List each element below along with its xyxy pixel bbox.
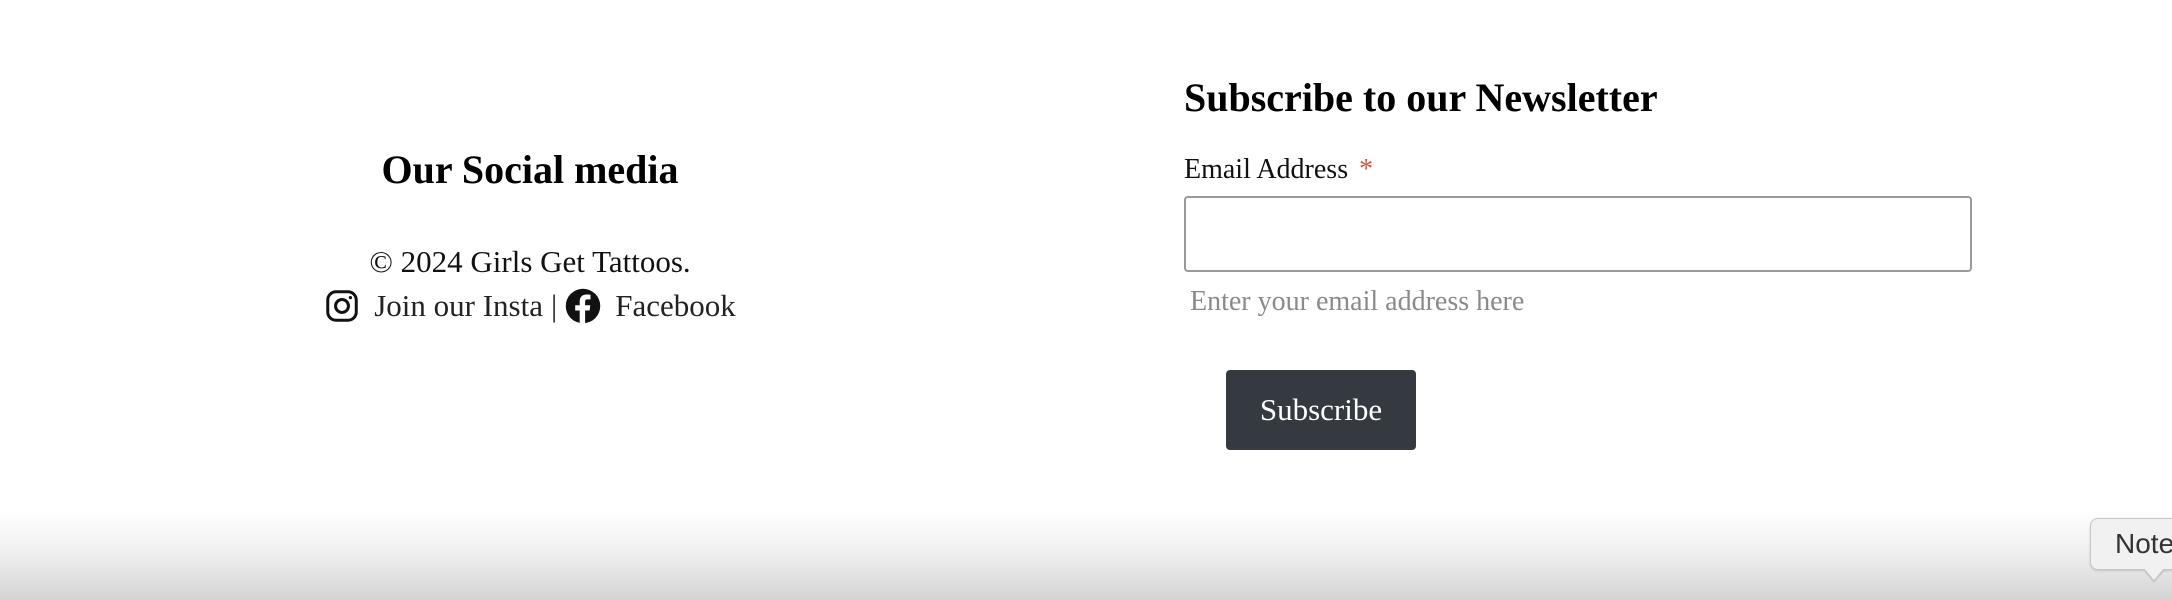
email-help-text: Enter your email address here xyxy=(1190,286,1525,317)
newsletter-title: Subscribe to our Newsletter xyxy=(1184,75,1658,120)
instagram-icon xyxy=(324,288,360,324)
facebook-icon xyxy=(565,288,601,324)
page: Our Social media © 2024 Girls Get Tattoo… xyxy=(0,0,2172,600)
copyright-text: © 2024 Girls Get Tattoos. xyxy=(369,244,691,279)
notes-tab[interactable]: Note xyxy=(2090,518,2172,570)
subscribe-button[interactable]: Subscribe xyxy=(1226,370,1416,450)
facebook-link[interactable]: Facebook xyxy=(565,284,736,328)
email-field[interactable] xyxy=(1184,196,1972,272)
required-marker: * xyxy=(1359,154,1374,185)
instagram-link[interactable]: Join our Insta xyxy=(324,284,543,328)
bottom-bar xyxy=(0,510,2172,600)
newsletter-section: Subscribe to our Newsletter Email Addres… xyxy=(1184,68,1984,450)
link-separator: | xyxy=(551,288,558,323)
email-label-text: Email Address xyxy=(1184,154,1349,185)
notes-tab-pointer-fill xyxy=(2144,568,2164,580)
social-media-title: Our Social media xyxy=(381,147,679,192)
social-media-section: Our Social media © 2024 Girls Get Tattoo… xyxy=(230,140,830,328)
instagram-link-label: Join our Insta xyxy=(374,288,543,323)
social-links: Join our Insta | Facebook xyxy=(230,284,830,328)
facebook-link-label: Facebook xyxy=(615,288,736,323)
email-field-label: Email Address * xyxy=(1184,150,1984,190)
